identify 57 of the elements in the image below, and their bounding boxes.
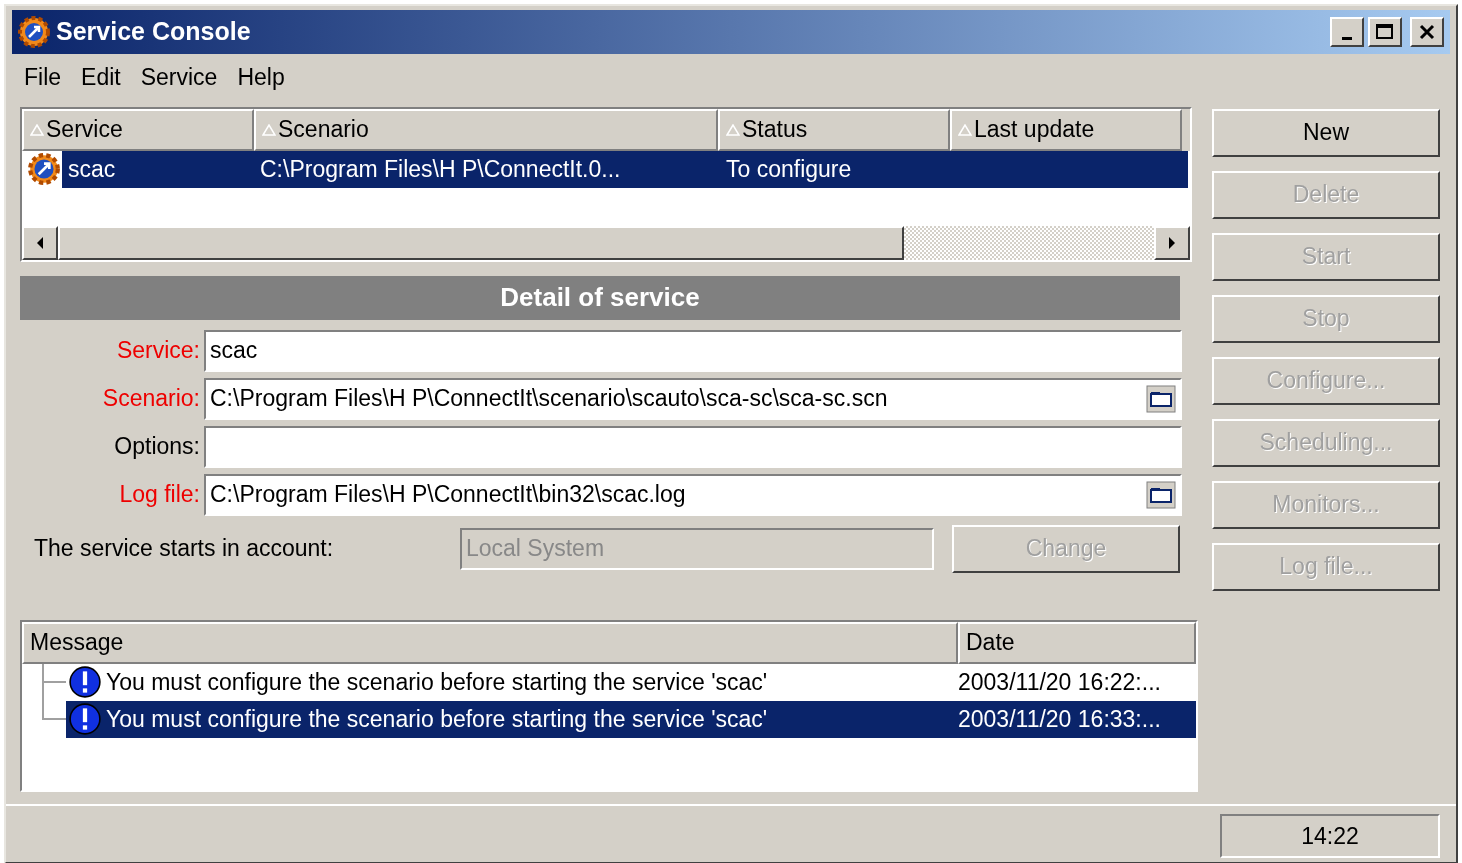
status-time: 14:22	[1220, 814, 1440, 858]
text-field[interactable]	[204, 425, 1182, 468]
list-row[interactable]: You must configure the scenario before starting the service 'scac' 2003/11/20 16:22:...	[66, 663, 1196, 701]
table-cell-text: To configure	[725, 154, 853, 184]
table-cell-text: C:\Program Files\H P\ConnectIt.0...	[259, 154, 622, 184]
table-cell-text: 2003/11/20 16:33:...	[958, 704, 1161, 734]
folder-icon[interactable]	[1146, 480, 1176, 509]
close-button[interactable]	[1410, 17, 1444, 47]
action-button[interactable]: New	[1212, 108, 1440, 157]
text-field[interactable]: scac	[204, 329, 1182, 372]
section-header: Detail of service	[20, 275, 1180, 320]
maximize-button[interactable]	[1368, 17, 1402, 47]
text-field[interactable]: C:\Program Files\H P\ConnectIt\bin32\scac.log	[204, 473, 1182, 516]
field-label: Scenario:	[101, 384, 201, 414]
scroll-left-button[interactable]	[22, 225, 58, 260]
exclamation-icon	[68, 665, 102, 699]
table-cell-text: scac	[67, 154, 117, 184]
sort-icon	[726, 123, 740, 136]
column-header[interactable]: Status	[718, 108, 950, 151]
maximize-icon	[1375, 23, 1395, 41]
scrollbar-thumb[interactable]	[58, 225, 904, 260]
minimize-button[interactable]	[1330, 17, 1364, 47]
gear-icon	[18, 16, 50, 48]
right-arrow-icon	[1167, 234, 1177, 251]
field-label: Service:	[115, 336, 201, 366]
text-field[interactable]: C:\Program Files\H P\ConnectIt\scenario\scauto\sca-sc\sca-sc.scn	[204, 377, 1182, 420]
sort-icon	[262, 123, 276, 136]
column-header[interactable]: Last update	[950, 108, 1182, 151]
column-header[interactable]: Date	[958, 621, 1196, 664]
field-label: Options:	[113, 432, 201, 462]
close-icon	[1418, 23, 1436, 41]
column-title: Status	[742, 115, 808, 145]
window-title: Service Console	[56, 16, 251, 48]
menu-item[interactable]: Help	[229, 58, 293, 97]
column-header[interactable]: Scenario	[254, 108, 718, 151]
list-row[interactable]: scac C:\Program Files\H P\ConnectIt.0... To configure	[62, 150, 1188, 188]
field-label: Log file:	[118, 480, 201, 510]
folder-icon[interactable]	[1146, 384, 1176, 413]
table-cell-text: You must configure the scenario before starting the service 'scac'	[106, 704, 769, 734]
table-cell-text: 2003/11/20 16:22:...	[958, 667, 1161, 697]
menu-item[interactable]: File	[16, 58, 70, 97]
column-title: Scenario	[278, 115, 369, 145]
exclamation-icon	[68, 702, 102, 736]
column-title: Last update	[974, 115, 1095, 145]
column-header[interactable]: Service	[22, 108, 254, 151]
scroll-right-button[interactable]	[1154, 225, 1190, 260]
sort-icon	[30, 123, 44, 136]
list-row[interactable]: You must configure the scenario before starting the service 'scac' 2003/11/20 16:33:...	[66, 700, 1196, 738]
sort-icon	[958, 123, 972, 136]
gear-icon	[26, 152, 62, 186]
account-label: The service starts in account:	[33, 534, 335, 564]
menu-item[interactable]: Edit	[73, 58, 129, 97]
menu-item[interactable]: Service	[132, 58, 226, 97]
column-header[interactable]: Message	[22, 621, 958, 664]
table-cell-text: You must configure the scenario before starting the service 'scac'	[106, 667, 769, 697]
minimize-icon	[1342, 36, 1352, 40]
column-title: Service	[46, 115, 123, 145]
